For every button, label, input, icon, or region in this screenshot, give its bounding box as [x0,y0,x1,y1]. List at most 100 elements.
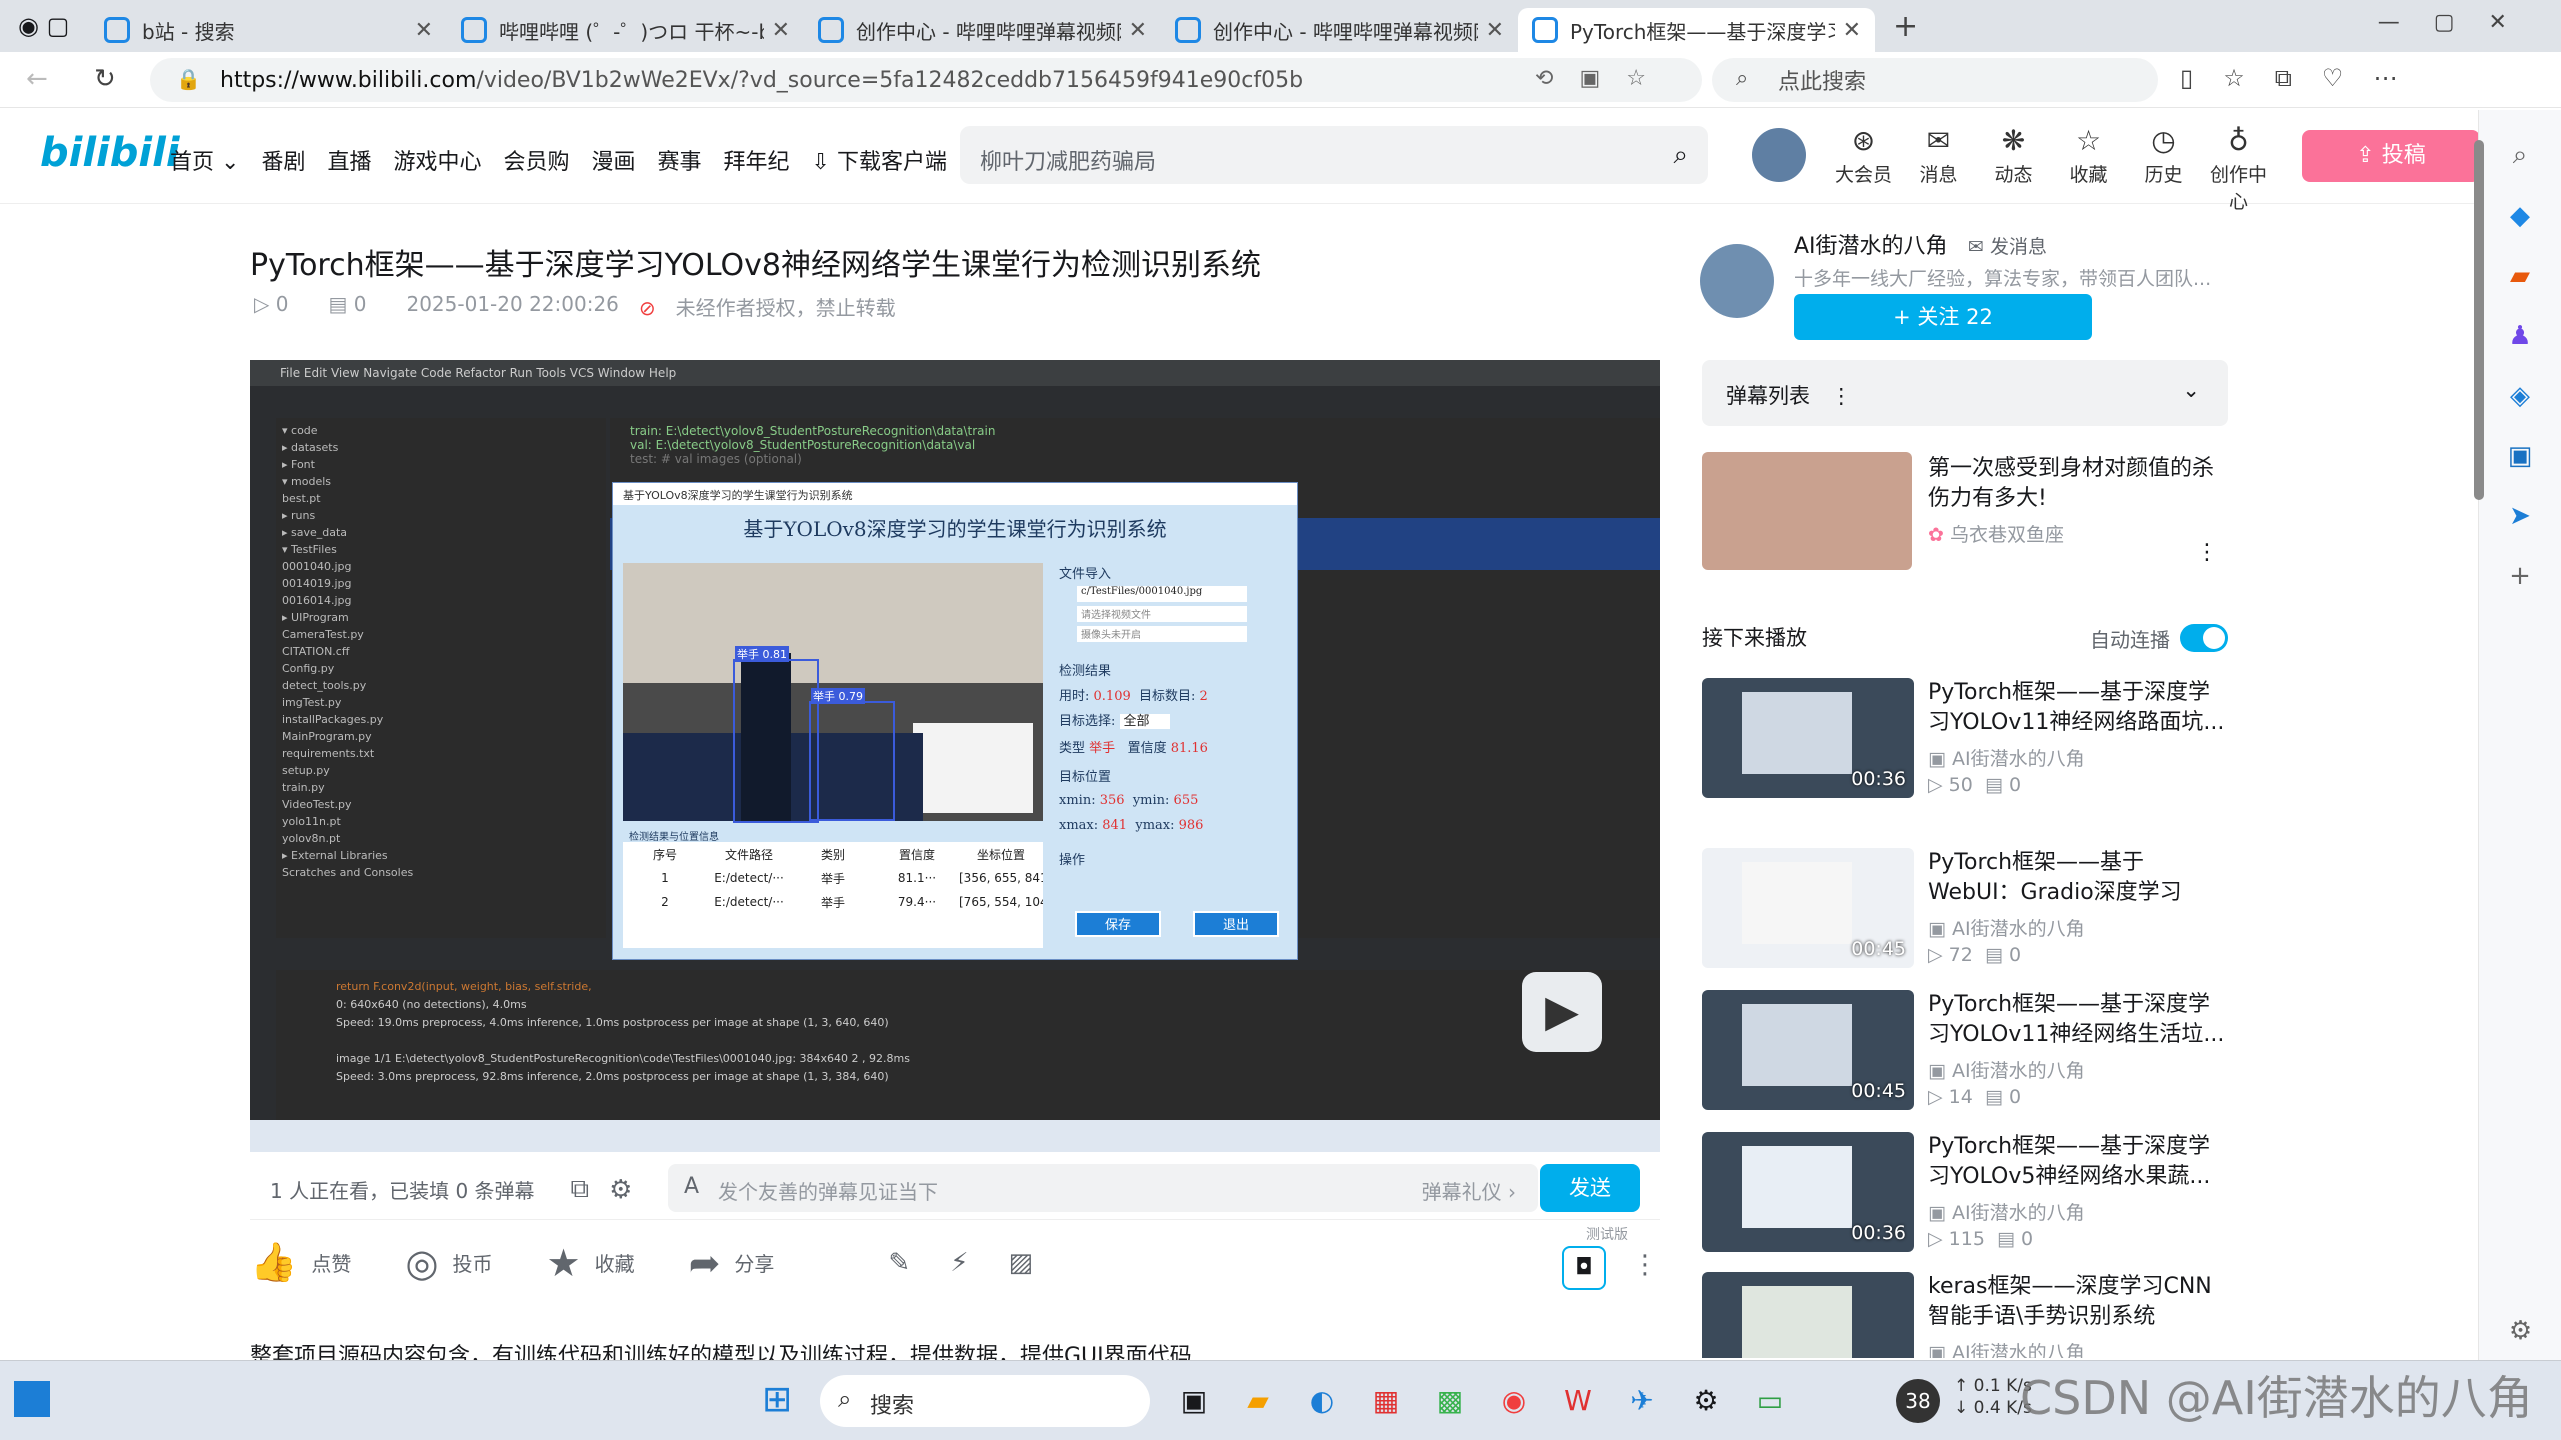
nav-item[interactable]: 会员购 [503,144,569,176]
nav-item[interactable]: 赛事 [658,144,702,176]
autoplay-toggle[interactable] [2180,624,2228,652]
recommend-card[interactable]: 00:36 PyTorch框架——基于深度学习YOLOv5神经网络水果蔬... … [1702,1132,2228,1256]
nav-item[interactable]: 游戏中心 [393,144,481,176]
vip-button[interactable]: ⊛ 大会员 [1826,124,1901,214]
recommend-card[interactable]: keras框架——深度学习CNN智能手语\手势识别系统 ▣ AI街潜水的八角 [1702,1272,2228,1358]
pycharm-icon[interactable]: ▩ [1426,1379,1474,1423]
nav-item[interactable]: 首页 ⌄ [170,144,239,176]
profile-icon[interactable]: ◉ ▢ [0,4,90,48]
send-message-link[interactable]: ✉ 发消息 [1968,232,2047,259]
nav-item-download[interactable]: ⇩ 下载客户端 [812,144,947,176]
store-icon[interactable]: ▦ [1362,1379,1410,1423]
task-view-icon[interactable]: ▣ [1170,1379,1218,1423]
bilibili-logo[interactable]: bilibili [40,130,180,176]
window-controls[interactable]: —▢✕ [2378,10,2541,35]
danmaku-toggle-icon[interactable]: ⧉ [571,1174,590,1205]
save-button[interactable]: 保存 [1075,911,1161,937]
back-icon[interactable]: ← [26,64,48,94]
danmaku-list-panel[interactable]: 弹幕列表 ⋮ ⌄ [1702,360,2228,426]
more-icon[interactable]: ⋮ [2196,540,2218,565]
settings-icon[interactable]: ⚙ [2479,1316,2561,1346]
more-icon[interactable]: ⋮ [1831,384,1852,408]
browser-tab[interactable]: 创作中心 - 哔哩哔哩弹幕视频网 ✕ [1161,8,1518,52]
new-tab-icon[interactable]: + [1893,9,1918,44]
temperature-badge[interactable]: 38 [1896,1379,1940,1423]
site-search-input[interactable]: 柳叶刀减肥药骗局 ⌕ [960,126,1708,184]
recommend-card[interactable]: 00:45 PyTorch框架——基于深度学习YOLOv11神经网络生活垃...… [1702,990,2228,1114]
exit-button[interactable]: 退出 [1193,911,1279,937]
chevron-down-icon[interactable]: ⌄ [2182,378,2200,402]
close-icon[interactable]: ✕ [1843,18,1861,43]
people-icon[interactable]: ♟ [2479,321,2561,351]
search-icon[interactable]: ⌕ [1673,140,1688,171]
settings-icon[interactable]: ⚙ [1682,1379,1730,1423]
video-file-field[interactable]: 请选择视频文件 [1077,606,1247,622]
close-icon[interactable]: ✕ [1129,18,1147,43]
url-bar[interactable]: 🔒 https://www.bilibili.com/video/BV1b2wW… [150,58,1702,102]
coin-button[interactable]: ◎ 投币 [405,1241,492,1285]
briefcase-icon[interactable]: ▰ [2479,261,2561,291]
video-player[interactable]: File Edit View Navigate Code Refactor Ru… [250,360,1660,1152]
chart-icon[interactable]: ▨ [1008,1248,1033,1278]
share-button[interactable]: ➦ 分享 [689,1241,775,1285]
danmaku-etiquette-link[interactable]: 弹幕礼仪 › [1422,1176,1516,1205]
copilot-icon[interactable]: ◈ [2479,381,2561,411]
chrome-icon[interactable]: ◉ [1490,1379,1538,1423]
more-icon[interactable]: ⋮ [1632,1250,1658,1280]
file-explorer-icon[interactable]: ▰ [1234,1379,1282,1423]
upload-button[interactable]: ⇪ 投稿 [2302,130,2480,182]
tag-icon[interactable]: ◆ [2479,201,2561,231]
edge-icon[interactable]: ◐ [1298,1379,1346,1423]
avatar[interactable] [1752,128,1806,182]
favorites-button[interactable]: ☆ 收藏 [2051,124,2126,214]
danmaku-input[interactable]: A 发个友善的弹幕见证当下 弹幕礼仪 › [668,1164,1538,1212]
browser-tab[interactable]: 创作中心 - 哔哩哔哩弹幕视频网 ✕ [804,8,1161,52]
up-name[interactable]: AI街潜水的八角 [1794,228,1948,260]
feishu-icon[interactable]: ✈ [1618,1379,1666,1423]
recommend-card[interactable]: 00:36 PyTorch框架——基于深度学习YOLOv11神经网络路面坑...… [1702,678,2228,802]
favorite-button[interactable]: ★ 收藏 [547,1241,635,1285]
font-style-icon[interactable]: A [684,1174,699,1199]
target-select[interactable]: 全部 [1119,714,1170,729]
screen-record-icon[interactable]: ▭ [1746,1379,1794,1423]
recommend-card[interactable]: 00:45 PyTorch框架——基于WebUI：Gradio深度学习Shuff… [1702,848,2228,972]
search-icon[interactable]: ⌕ [2479,140,2561,171]
table-row[interactable]: 2E:/detect/···举手79.4···[765, 554, 1045, … [623,890,1043,914]
danmaku-settings-icon[interactable]: ⚙ [609,1175,632,1205]
close-icon[interactable]: ✕ [1486,18,1504,43]
browser-tab-active[interactable]: PyTorch框架——基于深度学习Y ✕ [1518,8,1875,52]
outlook-icon[interactable]: ▣ [2479,441,2561,471]
file-path-field[interactable]: c/TestFiles/0001040.jpg [1077,586,1247,602]
dynamic-button[interactable]: ❋ 动态 [1976,124,2051,214]
camera-field[interactable]: 摄像头未开启 [1077,626,1247,642]
refresh-icon[interactable]: ↻ [94,64,116,94]
creator-center-button[interactable]: ♁ 创作中心 [2201,124,2276,214]
history-button[interactable]: ◷ 历史 [2126,124,2201,214]
nav-item[interactable]: 番剧 [261,144,305,176]
taskbar-search[interactable]: ⌕ 搜索 [820,1375,1150,1427]
charge-icon[interactable]: ⚡ [950,1248,968,1278]
note-icon[interactable]: ✎ [888,1248,910,1278]
follow-button[interactable]: + 关注 22 [1794,294,2092,340]
browser-tab[interactable]: 哔哩哔哩 (゜-゜)つロ 干杯~-bilil✕ [447,8,804,52]
browser-tab[interactable]: b站 - 搜索 ✕ [90,8,447,52]
nav-item[interactable]: 直播 [327,144,371,176]
page-scrollbar[interactable] [2474,140,2484,500]
close-icon[interactable]: ✕ [415,18,433,43]
close-icon[interactable]: ✕ [772,18,790,43]
nav-item[interactable]: 拜年纪 [724,144,790,176]
ad-card[interactable]: 第一次感受到身材对颜值的杀伤力有多大! ✿ 乌衣巷双鱼座 ⋮ [1702,452,2228,572]
star-icon[interactable]: ⟲▣☆ [1535,66,1672,91]
add-icon[interactable]: + [2479,561,2561,591]
message-button[interactable]: ✉ 消息 [1901,124,1976,214]
windows-start-icon[interactable]: ⊞ [762,1379,792,1420]
send-icon[interactable]: ➤ [2479,501,2561,531]
up-avatar[interactable] [1700,244,1774,318]
browser-toolbar-icons[interactable]: ▯☆⧉♡⋯ [2180,64,2427,92]
ai-assistant-icon[interactable]: ◘ [1562,1246,1606,1290]
browser-search-box[interactable]: ⌕ 点此搜索 [1712,58,2158,102]
send-danmaku-button[interactable]: 发送 [1540,1164,1640,1212]
play-button-icon[interactable]: ▶ [1522,972,1602,1052]
widgets-icon[interactable] [14,1381,50,1417]
nav-item[interactable]: 漫画 [592,144,636,176]
